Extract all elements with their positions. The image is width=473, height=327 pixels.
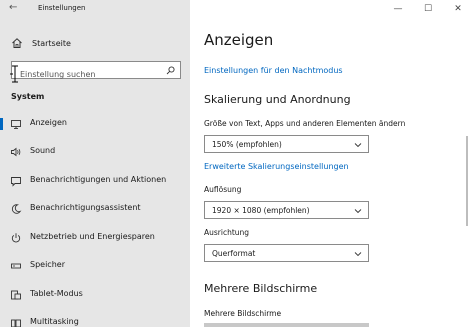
maximize-button[interactable]: ☐ [413, 0, 443, 18]
chevron-down-icon [354, 143, 362, 148]
home-label: Startseite [32, 38, 71, 48]
sidebar-item-label: Benachrichtigungen und Aktionen [30, 175, 167, 184]
home-link[interactable]: Startseite [11, 36, 71, 50]
resolution-dropdown[interactable]: 1920 × 1080 (empfohlen) [204, 201, 369, 219]
scrollbar[interactable] [466, 136, 468, 226]
window-controls: — ☐ ✕ [383, 0, 473, 18]
sidebar-item-benachrichtigungsassistent[interactable]: Benachrichtigungsassistent [0, 198, 190, 220]
page-title: Anzeigen [204, 31, 274, 49]
window-title: Einstellungen [38, 4, 86, 12]
selection-indicator [0, 118, 3, 130]
sidebar: ← Einstellungen Startseite System Anzeig… [0, 0, 190, 327]
resolution-label: Auflösung [204, 185, 242, 194]
sidebar-item-label: Netzbetrieb und Energiesparen [30, 232, 155, 241]
scale-value: 150% (empfohlen) [212, 140, 282, 149]
sidebar-item-sound[interactable]: Sound [0, 141, 190, 163]
monitor-icon [11, 120, 21, 129]
power-icon [11, 233, 21, 243]
multi-display-label: Mehrere Bildschirme [204, 309, 282, 318]
advanced-scaling-link[interactable]: Erweiterte Skalierungseinstellungen [204, 162, 349, 171]
search-input[interactable] [12, 66, 160, 83]
sidebar-item-label: Benachrichtigungsassistent [30, 203, 141, 212]
close-button[interactable]: ✕ [443, 0, 473, 18]
scaling-heading: Skalierung und Anordnung [204, 93, 351, 106]
tablet-icon [11, 290, 21, 300]
back-arrow-icon[interactable]: ← [9, 2, 17, 13]
sidebar-item-label: Multitasking [30, 317, 79, 326]
sidebar-item-benachrichtigungen[interactable]: Benachrichtigungen und Aktionen [0, 170, 190, 192]
sidebar-item-label: Tablet-Modus [30, 289, 83, 298]
resolution-value: 1920 × 1080 (empfohlen) [212, 206, 310, 215]
search-icon[interactable] [166, 66, 175, 75]
sidebar-item-label: Sound [30, 146, 56, 155]
moon-icon [11, 204, 22, 214]
sidebar-item-speicher[interactable]: Speicher [0, 255, 190, 277]
section-label: System [11, 92, 45, 101]
scale-dropdown[interactable]: 150% (empfohlen) [204, 135, 369, 153]
night-light-link[interactable]: Einstellungen für den Nachtmodus [204, 66, 343, 75]
search-box[interactable] [11, 61, 181, 83]
minimize-button[interactable]: — [383, 0, 413, 18]
main-content: — ☐ ✕ Anzeigen Einstellungen für den Nac… [190, 0, 473, 327]
sidebar-item-label: Speicher [30, 260, 65, 269]
multi-display-heading: Mehrere Bildschirme [204, 282, 318, 295]
home-icon [12, 38, 22, 48]
sidebar-item-multitasking[interactable]: Multitasking [0, 312, 190, 327]
sidebar-item-anzeigen[interactable]: Anzeigen [0, 113, 190, 135]
sidebar-item-netzbetrieb[interactable]: Netzbetrieb und Energiesparen [0, 227, 190, 249]
storage-icon [11, 263, 21, 269]
orientation-value: Querformat [212, 249, 256, 258]
speaker-icon [11, 147, 21, 157]
multitasking-icon [11, 319, 21, 327]
scale-label: Größe von Text, Apps und anderen Element… [204, 119, 406, 128]
sidebar-item-label: Anzeigen [30, 118, 67, 127]
orientation-label: Ausrichtung [204, 228, 250, 237]
sidebar-item-tablet-modus[interactable]: Tablet-Modus [0, 284, 190, 306]
chevron-down-icon [354, 209, 362, 214]
orientation-dropdown[interactable]: Querformat [204, 244, 369, 262]
chevron-down-icon [354, 252, 362, 257]
notification-icon [11, 177, 21, 187]
multi-display-dropdown[interactable] [204, 323, 369, 327]
text-cursor-icon [10, 65, 18, 83]
